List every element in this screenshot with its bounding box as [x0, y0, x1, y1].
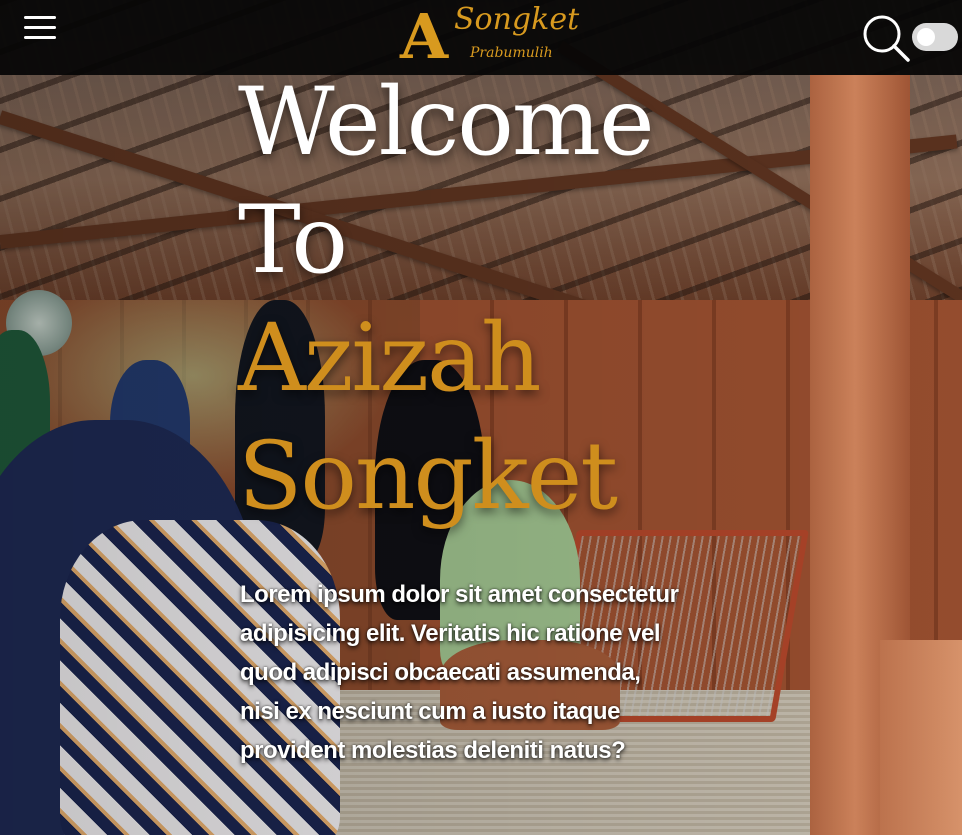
logo-subtitle: Prabumulih [470, 45, 553, 61]
brand-logo[interactable]: A Songket Prabumulih [398, 0, 583, 75]
hero-brand-first: Azizah [238, 304, 542, 413]
hero-brand-second: Songket [238, 422, 618, 531]
hamburger-menu-icon[interactable] [24, 16, 56, 40]
page: A Songket Prabumulih Welcome To Azizah S… [0, 0, 962, 835]
hero-description: Lorem ipsum dolor sit amet consectetur a… [240, 581, 679, 764]
hero-to: To [238, 186, 348, 295]
hero-heading: Welcome To Azizah Songket [238, 64, 678, 536]
top-navbar: A Songket Prabumulih [0, 0, 962, 75]
toggle-knob [917, 28, 935, 46]
logo-title: Songket [454, 2, 580, 37]
search-icon[interactable] [860, 12, 912, 64]
theme-toggle[interactable] [912, 23, 958, 51]
logo-mark: A [400, 0, 448, 73]
hero-welcome: Welcome [238, 68, 655, 177]
